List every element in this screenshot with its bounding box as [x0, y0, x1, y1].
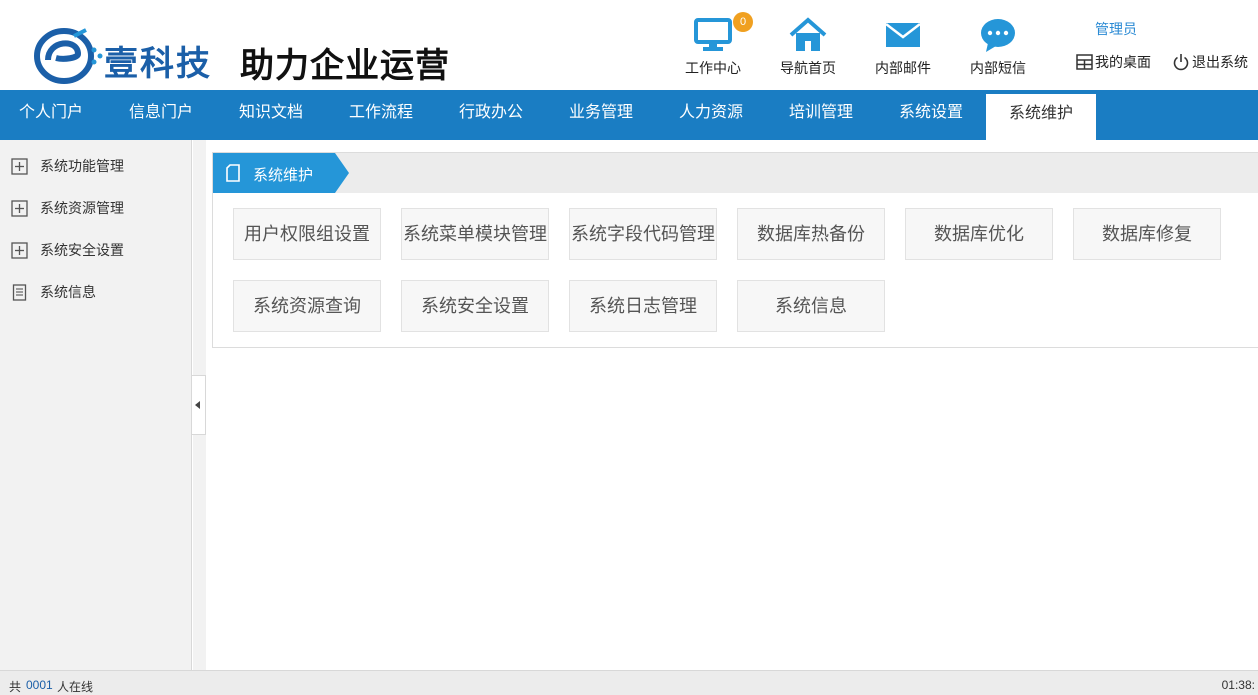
- online-prefix: 共: [9, 680, 22, 694]
- field-code-mgmt-button[interactable]: 系统字段代码管理: [569, 208, 717, 260]
- plus-box-icon: [11, 157, 28, 175]
- my-desktop-label: 我的桌面: [1095, 54, 1151, 70]
- brand-name: 壹科技: [104, 44, 212, 84]
- sidebar: 系统功能管理 系统资源管理 系统安全设置 系统信息: [0, 140, 192, 670]
- home-icon: [789, 17, 827, 51]
- panel-header: 系统维护: [213, 153, 1258, 193]
- topnav-label: 内部短信: [970, 60, 1026, 76]
- status-bar: 共 0001 人在线 01:38:: [0, 670, 1258, 695]
- topnav-mail[interactable]: 内部邮件: [858, 14, 948, 80]
- topnav-label: 工作中心: [685, 60, 741, 76]
- plus-box-icon: [11, 199, 28, 217]
- tab-personal-portal[interactable]: 个人门户: [0, 90, 106, 140]
- resource-query-button[interactable]: 系统资源查询: [233, 280, 381, 332]
- tab-system-settings[interactable]: 系统设置: [876, 90, 986, 140]
- sidebar-item-label: 系统安全设置: [40, 242, 124, 258]
- topnav-label: 内部邮件: [875, 60, 931, 76]
- menu-module-mgmt-button[interactable]: 系统菜单模块管理: [401, 208, 549, 260]
- maintenance-panel: 系统维护 用户权限组设置 系统菜单模块管理 系统字段代码管理 数据库热备份 数据…: [212, 152, 1258, 348]
- log-mgmt-button[interactable]: 系统日志管理: [569, 280, 717, 332]
- panel-title: 系统维护: [253, 167, 314, 184]
- db-optimize-button[interactable]: 数据库优化: [905, 208, 1053, 260]
- tab-workflow[interactable]: 工作流程: [326, 90, 436, 140]
- caret-left-icon: [195, 401, 200, 409]
- brand-slogan: 助力企业运营: [240, 46, 450, 86]
- plus-box-icon: [11, 241, 28, 259]
- online-suffix: 人在线: [57, 680, 94, 694]
- chat-bubble-icon: [981, 19, 1015, 52]
- tab-knowledge-docs[interactable]: 知识文档: [216, 90, 326, 140]
- tab-admin-office[interactable]: 行政办公: [436, 90, 546, 140]
- topnav-home[interactable]: 导航首页: [763, 14, 853, 80]
- tab-human-resources[interactable]: 人力资源: [656, 90, 766, 140]
- system-info-button[interactable]: 系统信息: [737, 280, 885, 332]
- power-icon: [1173, 54, 1189, 71]
- app-header: 壹科技 助力企业运营 工作中心 0 导航首页 内部邮件 内部短信 管理员 我的桌…: [0, 0, 1258, 90]
- monitor-icon: [694, 18, 732, 51]
- clock-time: 01:38:: [1221, 678, 1255, 692]
- online-count: 0001: [26, 678, 53, 692]
- logout-label: 退出系统: [1192, 54, 1248, 70]
- db-repair-button[interactable]: 数据库修复: [1073, 208, 1221, 260]
- tab-training-mgmt[interactable]: 培训管理: [766, 90, 876, 140]
- tab-business-mgmt[interactable]: 业务管理: [546, 90, 656, 140]
- tab-system-maintenance[interactable]: 系统维护: [986, 94, 1096, 140]
- sidebar-item-function-mgmt[interactable]: 系统功能管理: [0, 146, 190, 186]
- user-role-label: 管理员: [1095, 21, 1137, 37]
- sidebar-item-label: 系统功能管理: [40, 158, 124, 174]
- topnav-sms[interactable]: 内部短信: [953, 14, 1043, 80]
- db-hot-backup-button[interactable]: 数据库热备份: [737, 208, 885, 260]
- logout-link[interactable]: 退出系统: [1172, 52, 1248, 72]
- panel-title-tab: 系统维护: [213, 153, 349, 193]
- topnav-label: 导航首页: [780, 60, 836, 76]
- sidebar-item-label: 系统信息: [40, 284, 96, 300]
- page-icon: [226, 164, 240, 182]
- mail-icon: [885, 23, 921, 47]
- sidebar-collapse-handle[interactable]: [192, 375, 206, 435]
- tab-info-portal[interactable]: 信息门户: [106, 90, 216, 140]
- notification-badge: 0: [733, 12, 753, 32]
- my-desktop-link[interactable]: 我的桌面: [1076, 52, 1151, 72]
- sidebar-item-label: 系统资源管理: [40, 200, 124, 216]
- company-logo-icon: [34, 28, 103, 84]
- desktop-grid-icon: [1076, 54, 1093, 70]
- sidebar-item-resource-mgmt[interactable]: 系统资源管理: [0, 188, 190, 228]
- sidebar-item-security-settings[interactable]: 系统安全设置: [0, 230, 190, 270]
- document-icon: [12, 283, 27, 301]
- sidebar-item-system-info[interactable]: 系统信息: [0, 272, 190, 312]
- main-nav-bar: 个人门户 信息门户 知识文档 工作流程 行政办公 业务管理 人力资源 培训管理 …: [0, 90, 1258, 140]
- user-permission-group-button[interactable]: 用户权限组设置: [233, 208, 381, 260]
- security-settings-button[interactable]: 系统安全设置: [401, 280, 549, 332]
